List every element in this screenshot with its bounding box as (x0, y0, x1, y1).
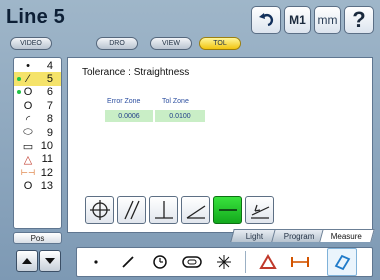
scroll-down-button[interactable] (39, 250, 61, 272)
list-item[interactable]: O 7 (14, 99, 61, 112)
arc-icon: ◜ (25, 113, 31, 126)
line-icon: ⁄ (27, 73, 29, 86)
feature-number: 7 (46, 99, 53, 112)
bottom-tabs: Light Program Measure (230, 229, 375, 242)
list-item[interactable]: ⬭ 9 (14, 126, 61, 139)
mode-view-button[interactable]: VIEW (150, 37, 192, 50)
rectangle-icon (334, 254, 351, 271)
mode-tabs: VIDEO DRO VIEW TOL (10, 37, 243, 50)
straightness-icon (218, 209, 237, 211)
feature-number: 13 (40, 180, 53, 193)
scroll-arrows (16, 250, 61, 272)
distance-icon (291, 257, 309, 267)
tab-program[interactable]: Program (271, 229, 327, 242)
triangle-tool-button[interactable] (253, 248, 283, 276)
slot-icon (182, 256, 202, 268)
slot-icon: ⬭ (23, 126, 33, 139)
circle-icon: O (23, 86, 33, 99)
measure-toolbar (76, 247, 373, 277)
distance-tool-button[interactable] (285, 248, 315, 276)
tolerance-title: Tolerance : Straightness (82, 67, 190, 78)
point-icon (94, 260, 98, 264)
undo-button[interactable] (251, 6, 281, 34)
straightness-button[interactable] (213, 196, 242, 224)
perpendicularity-icon (154, 201, 173, 219)
tab-measure[interactable]: Measure (319, 229, 375, 242)
error-zone-header: Error Zone (107, 98, 141, 105)
feature-number: 12 (40, 166, 53, 179)
list-item[interactable]: O 13 (14, 180, 61, 193)
perpendicularity-button[interactable] (149, 196, 178, 224)
feature-number: 11 (41, 153, 53, 166)
point-tool-button[interactable] (81, 248, 111, 276)
page-title: Line 5 (6, 6, 65, 28)
feature-number: 10 (40, 140, 53, 153)
mode-tol-button[interactable]: TOL (199, 37, 241, 50)
units-button[interactable]: mm (314, 6, 341, 34)
pos-button[interactable]: Pos (13, 232, 62, 244)
tol-zone-header: Tol Zone (162, 98, 189, 105)
mode-video-button[interactable]: VIDEO (10, 37, 52, 50)
runout-button[interactable] (245, 196, 274, 224)
angularity-button[interactable] (181, 196, 210, 224)
feature-number: 5 (46, 73, 53, 86)
circle-tool-button[interactable] (145, 248, 175, 276)
rectangle-icon: ▭ (22, 140, 34, 153)
list-item-selected[interactable]: ⁄ 5 (14, 72, 61, 86)
toolbar-divider (245, 251, 246, 273)
help-button[interactable]: ? (344, 6, 374, 34)
pattern-tool-button[interactable] (209, 248, 239, 276)
list-item[interactable]: ▭ 10 (14, 139, 61, 153)
down-arrow-icon (45, 258, 55, 264)
circle-icon: O (23, 99, 33, 112)
distance-icon: ⊢⊣ (21, 168, 35, 178)
up-arrow-icon (22, 258, 32, 264)
position-icon (89, 200, 110, 220)
mode-dro-button[interactable]: DRO (96, 37, 138, 50)
line-icon (122, 256, 134, 268)
feature-number: 6 (46, 86, 53, 99)
pattern-icon (217, 255, 231, 269)
tab-label: Program (283, 231, 315, 241)
angularity-icon (186, 205, 205, 219)
rectangle-tool-button[interactable] (327, 248, 357, 276)
top-toolbar: M1 mm ? (251, 6, 374, 34)
tolerance-panel: Tolerance : Straightness Error Zone Tol … (67, 57, 373, 233)
feature-number: 8 (46, 113, 53, 126)
parallelism-icon (123, 200, 140, 220)
tab-label: Light (245, 231, 264, 241)
position-button[interactable] (85, 196, 114, 224)
feature-number: 9 (46, 126, 53, 139)
list-item[interactable]: ◜ 8 (14, 113, 61, 126)
triangle-icon (259, 254, 277, 269)
circle-icon: O (23, 180, 33, 193)
runout-icon (250, 204, 269, 219)
point-icon: • (26, 59, 30, 72)
tab-label: Measure (331, 231, 363, 241)
circle-icon (153, 255, 167, 269)
tolerance-type-buttons (85, 196, 274, 224)
m1-button[interactable]: M1 (284, 6, 311, 34)
scroll-up-button[interactable] (16, 250, 38, 272)
list-item[interactable]: ⊢⊣ 12 (14, 166, 61, 179)
line-tool-button[interactable] (113, 248, 143, 276)
list-item[interactable]: O 6 (14, 86, 61, 99)
list-item[interactable]: • 4 (14, 59, 61, 72)
list-item[interactable]: △ 11 (14, 153, 61, 166)
feature-number: 4 (46, 59, 53, 72)
feature-list[interactable]: • 4 ⁄ 5 O 6 O 7 ◜ 8 ⬭ 9 ▭ 10 △ 11 ⊢⊣ 12 … (13, 57, 62, 229)
tol-zone-value[interactable]: 0.0100 (155, 110, 205, 122)
slot-tool-button[interactable] (177, 248, 207, 276)
undo-icon (259, 13, 274, 27)
triangle-icon: △ (23, 153, 33, 166)
parallelism-button[interactable] (117, 196, 146, 224)
app-screen: Line 5 M1 mm ? VIDEO DRO VIEW TOL • 4 ⁄ … (0, 0, 380, 280)
error-zone-value: 0.0006 (105, 110, 153, 122)
